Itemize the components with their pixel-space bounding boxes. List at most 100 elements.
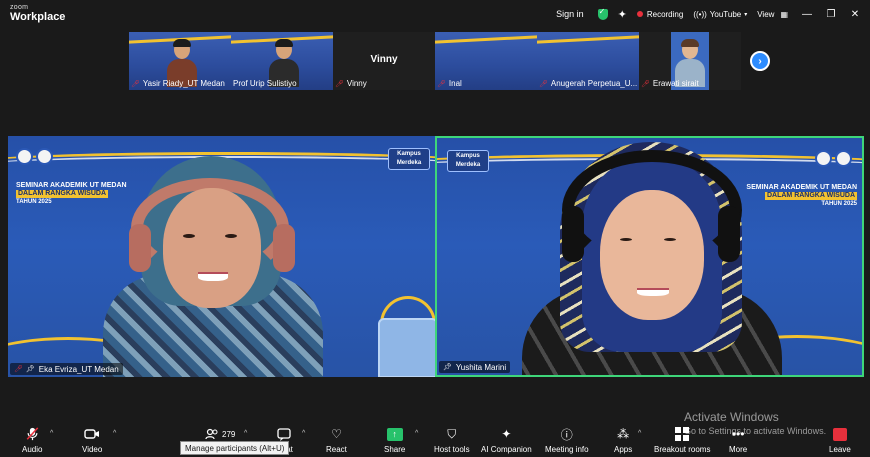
brand-small: zoom	[10, 4, 29, 11]
apps-label: Apps	[614, 445, 633, 454]
thumbnail-name: Yasir Riady_UT Medan	[142, 79, 225, 88]
mic-off-icon: 🎤︎	[641, 80, 650, 88]
apps-options-caret-icon[interactable]: ^	[638, 430, 641, 437]
breakout-rooms-label: Breakout rooms	[654, 445, 711, 454]
participants-tooltip: Manage participants (Alt+U)	[180, 441, 290, 455]
video-label: Video	[82, 445, 103, 454]
thumbnail-label: 🎤︎ Vinny	[335, 78, 367, 89]
youtube-label: YouTube	[709, 9, 742, 19]
more-button[interactable]: ••• More	[729, 426, 747, 454]
meeting-info-label: Meeting info	[545, 445, 589, 454]
meeting-info-button[interactable]: ⓘ Meeting info	[545, 426, 589, 455]
participant-video	[103, 154, 323, 377]
audio-options-caret-icon[interactable]: ^	[50, 430, 53, 437]
video-tile-left[interactable]: Kampus Merdeka SEMINAR AKADEMIK UT MEDAN…	[8, 136, 435, 377]
apps-button[interactable]: ⁂ Apps	[614, 426, 632, 454]
thumbnail-name: Anugerah Perpetua_U...	[550, 79, 637, 88]
share-button[interactable]: ↑ Share	[384, 426, 405, 454]
thumbnail-tile[interactable]: Prof Urip Sulistiyo	[231, 32, 333, 90]
participant-name-tag: 📌︎ Yushita Marini	[439, 361, 511, 373]
kampus-merdeka-logo: Kampus Merdeka	[388, 148, 430, 170]
thumbnail-tile[interactable]: 🎤︎ Inal	[435, 32, 537, 90]
shield-icon: ⛉	[447, 426, 457, 441]
institution-logos	[815, 150, 855, 167]
youtube-stream-button[interactable]: ((•)) YouTube ▾	[693, 10, 747, 19]
breakout-rooms-button[interactable]: Breakout rooms	[654, 426, 710, 454]
restore-icon[interactable]: ❐	[822, 9, 840, 20]
sign-in-link[interactable]: Sign in	[556, 9, 584, 19]
thumbnail-name: Vinny	[346, 79, 367, 88]
view-label: View	[757, 9, 775, 19]
react-button[interactable]: ♡ React	[326, 426, 347, 454]
app-brand: zoom Workplace	[10, 4, 65, 23]
record-dot-icon	[636, 11, 643, 17]
next-page-button[interactable]: ›	[750, 51, 770, 71]
leave-icon	[832, 427, 847, 441]
broadcast-icon: ((•))	[693, 9, 707, 19]
share-options-caret-icon[interactable]: ^	[415, 430, 418, 437]
participants-button[interactable]: 279	[205, 426, 235, 442]
info-icon: ⓘ	[560, 427, 573, 442]
thumbnail-big-name: Vinny	[370, 54, 398, 65]
participant-name: Yushita Marini	[455, 362, 507, 372]
kampus-merdeka-logo: Kampus Merdeka	[447, 150, 489, 172]
react-label: React	[326, 445, 347, 454]
meeting-toolbar: Audio ^ Video ^ 279 ^ Chat ^ ♡ React ↑ S…	[0, 422, 870, 457]
thumbnail-name: Prof Urip Sulistiyo	[233, 79, 297, 88]
seminar-subtitle: DALAM RANGKA WISUDA	[16, 190, 109, 198]
chat-options-caret-icon[interactable]: ^	[302, 430, 305, 437]
shield-check-icon[interactable]	[597, 7, 608, 20]
video-tile-right-active-speaker[interactable]: Kampus Merdeka SEMINAR AKADEMIK UT MEDAN…	[435, 136, 864, 377]
participants-options-caret-icon[interactable]: ^	[244, 430, 247, 437]
share-screen-icon: ↑	[386, 427, 403, 441]
mic-off-icon: 🎤︎	[437, 80, 446, 88]
more-label: More	[729, 445, 748, 454]
thumbnail-name: Inal	[448, 79, 462, 88]
video-button[interactable]: Video	[82, 426, 102, 454]
host-tools-label: Host tools	[434, 445, 470, 454]
more-dots-icon: •••	[731, 427, 745, 441]
audio-button[interactable]: Audio	[22, 426, 42, 454]
mic-off-icon: 🎤︎	[14, 366, 23, 373]
breakout-rooms-icon	[675, 427, 690, 441]
recording-indicator[interactable]: Recording	[636, 9, 684, 19]
pin-icon: 📌︎	[443, 364, 452, 371]
thumbnail-label: 🎤︎ Inal	[437, 78, 462, 89]
video-options-caret-icon[interactable]: ^	[113, 430, 116, 437]
thumbnail-tile[interactable]: 🎤︎ Anugerah Perpetua_U...	[537, 32, 639, 90]
leave-button[interactable]: Leave	[829, 426, 851, 454]
ai-companion-button[interactable]: ✦ AI Companion	[481, 426, 532, 454]
thumbnail-tile[interactable]: Vinny 🎤︎ Vinny	[333, 32, 435, 90]
chevron-right-icon: ›	[758, 55, 762, 67]
institution-logos	[16, 148, 56, 165]
participant-thumbnail-strip: 🎤︎ Yasir Riady_UT Medan Prof Urip Sulist…	[129, 32, 741, 90]
participant-video	[522, 138, 782, 375]
chat-bubble-icon	[277, 426, 292, 442]
brand-name: Workplace	[10, 11, 66, 23]
thumbnail-name: Erawati sirait	[652, 79, 699, 88]
audio-label: Audio	[22, 445, 43, 454]
participant-name-tag: 🎤︎ 📌︎ Eka Evriza_UT Medan	[10, 363, 123, 375]
recording-label: Recording	[646, 9, 684, 19]
sparkle-icon[interactable]: ✦	[618, 8, 627, 21]
title-bar: zoom Workplace Sign in ✦ Recording ((•))…	[0, 0, 870, 28]
thumbnail-tile[interactable]: 🎤︎ Yasir Riady_UT Medan	[129, 32, 231, 90]
thumbnail-label: Prof Urip Sulistiyo	[233, 78, 297, 89]
mic-off-icon: 🎤︎	[335, 80, 344, 88]
participants-count: 279	[222, 429, 236, 439]
share-label: Share	[384, 445, 406, 454]
minimize-icon[interactable]: —	[798, 9, 816, 20]
thumbnail-tile[interactable]: 🎤︎ Erawati sirait	[639, 32, 741, 90]
view-button[interactable]: View ▦	[757, 10, 788, 19]
sparkle-icon: ✦	[501, 427, 512, 441]
host-tools-button[interactable]: ⛉ Host tools	[434, 426, 470, 455]
participants-icon: 279	[205, 426, 235, 442]
mic-muted-icon	[26, 426, 39, 442]
thumbnail-label: 🎤︎ Yasir Riady_UT Medan	[131, 78, 225, 89]
grid-view-icon: ▦	[780, 9, 788, 19]
close-icon[interactable]: ✕	[846, 9, 864, 20]
mic-off-icon: 🎤︎	[131, 80, 140, 88]
thumbnail-label: 🎤︎ Anugerah Perpetua_U...	[539, 78, 637, 89]
apps-icon: ⁂	[617, 427, 630, 441]
mic-off-icon: 🎤︎	[539, 80, 548, 88]
